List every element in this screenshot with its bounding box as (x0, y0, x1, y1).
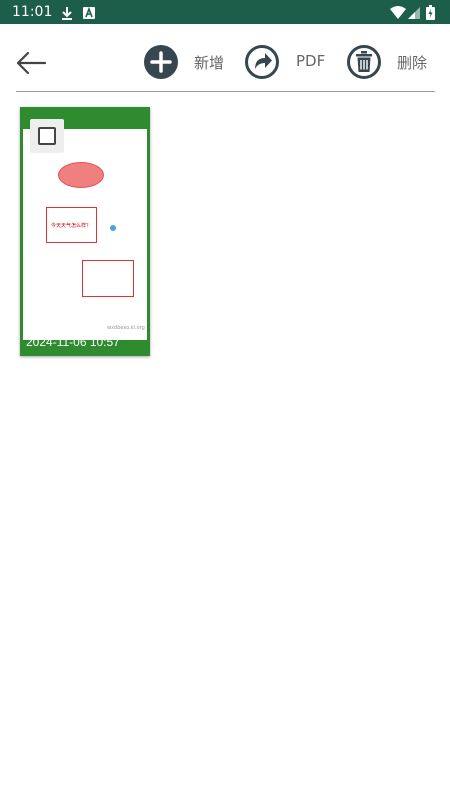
thumbnail-watermark: wxdbexo.kl.org (107, 325, 145, 331)
trash-icon (347, 45, 381, 79)
delete-label: 删除 (397, 54, 428, 72)
status-time: 11:01 (12, 4, 53, 20)
toolbar-divider (16, 91, 435, 92)
share-arrow-icon (245, 45, 279, 79)
text-a-icon (82, 5, 96, 24)
download-icon (60, 5, 74, 24)
arrow-left-icon (16, 51, 47, 75)
document-checkbox[interactable] (30, 119, 64, 153)
wifi-icon (390, 5, 406, 24)
pdf-button[interactable]: PDF (244, 44, 334, 80)
back-button[interactable] (14, 48, 48, 78)
thumbnail-text-box: 今天天气怎么样？ (46, 207, 97, 243)
thumbnail-dot (110, 225, 116, 231)
thumbnail-ellipse (58, 162, 104, 188)
battery-icon (426, 5, 435, 24)
document-thumbnail[interactable]: 今天天气怎么样？ wxdbexo.kl.org (23, 129, 147, 340)
toolbar: 新增 PDF 删除 (0, 24, 450, 92)
status-bar: 11:01 (0, 0, 450, 24)
plus-circle-icon (144, 45, 178, 79)
thumbnail-rectangle (82, 260, 134, 297)
add-button[interactable]: 新增 (143, 44, 233, 80)
document-card[interactable]: 今天天气怎么样？ wxdbexo.kl.org 2024-11-06 10:57 (20, 107, 150, 356)
checkbox-box (38, 127, 56, 145)
document-date: 2024-11-06 10:57 (26, 335, 120, 349)
pdf-label: PDF (296, 52, 326, 70)
delete-button[interactable]: 删除 (346, 44, 436, 80)
add-label: 新增 (194, 54, 225, 72)
thumbnail-text: 今天天气怎么样？ (51, 223, 92, 229)
signal-icon (408, 5, 420, 24)
